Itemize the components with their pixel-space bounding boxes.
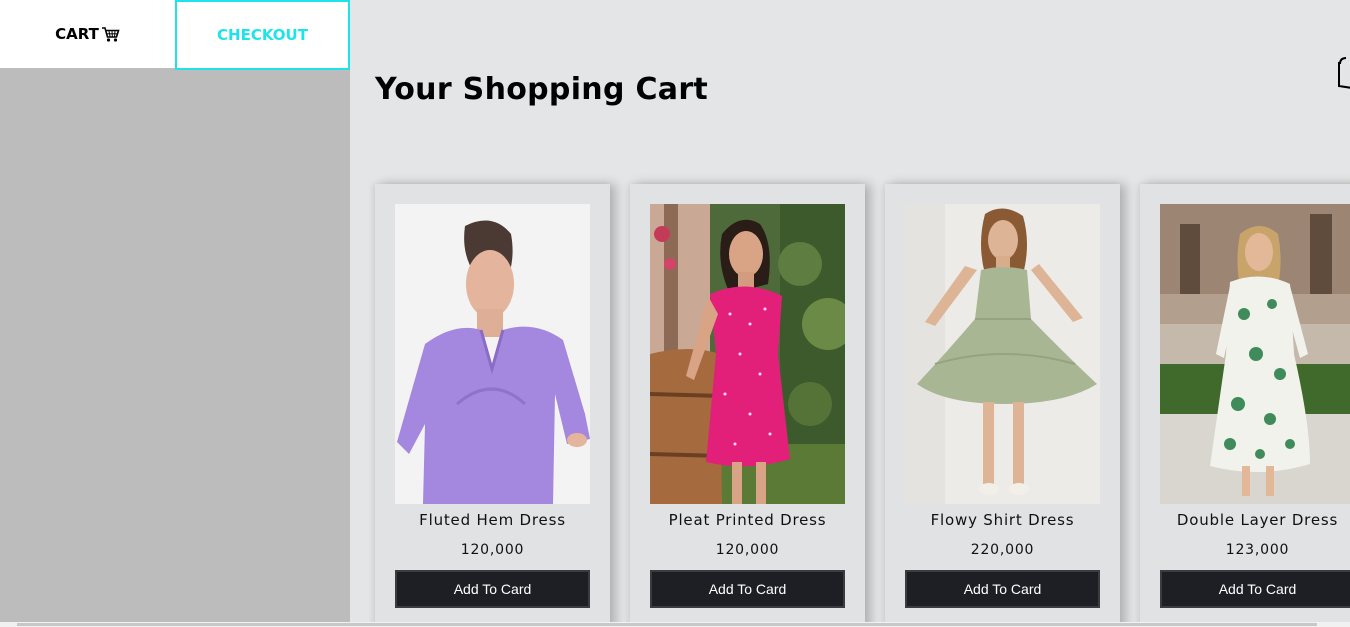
product-price: 220,000	[970, 542, 1035, 558]
product-card: Flowy Shirt Dress 220,000 Add To Card	[885, 184, 1120, 622]
shopping-bag-icon[interactable]	[1336, 50, 1350, 94]
add-to-card-button[interactable]: Add To Card	[905, 570, 1100, 608]
tab-cart-label: CART	[55, 25, 99, 43]
product-image	[905, 204, 1100, 504]
product-price: 120,000	[715, 542, 780, 558]
main-content: Your Shopping Cart Fluted Hem Dress 120,…	[350, 0, 1350, 622]
product-card: Pleat Printed Dress 120,000 Add To Card	[630, 184, 865, 622]
product-price: 123,000	[1225, 542, 1290, 558]
tab-checkout[interactable]: CHECKOUT	[175, 0, 350, 70]
product-image	[650, 204, 845, 504]
product-list: Fluted Hem Dress 120,000 Add To Card Ple…	[375, 184, 1350, 622]
product-name: Double Layer Dress	[1176, 511, 1339, 529]
product-image	[1160, 204, 1350, 504]
product-name: Pleat Printed Dress	[668, 511, 827, 529]
page-title: Your Shopping Cart	[375, 72, 709, 107]
add-to-card-button[interactable]: Add To Card	[1160, 570, 1350, 608]
tab-cart[interactable]: CART	[0, 0, 175, 68]
tab-checkout-label: CHECKOUT	[217, 26, 308, 44]
product-image	[395, 204, 590, 504]
sidebar: CART CHECKOUT	[0, 0, 350, 622]
product-card: Fluted Hem Dress 120,000 Add To Card	[375, 184, 610, 622]
product-card: Double Layer Dress 123,000 Add To Card	[1140, 184, 1350, 622]
horizontal-scrollbar[interactable]	[0, 622, 1350, 627]
shopping-cart-icon	[101, 26, 120, 43]
product-name: Flowy Shirt Dress	[930, 511, 1075, 529]
product-price: 120,000	[460, 542, 525, 558]
add-to-card-button[interactable]: Add To Card	[395, 570, 590, 608]
scrollbar-thumb[interactable]	[17, 623, 1317, 626]
product-name: Fluted Hem Dress	[419, 511, 566, 529]
add-to-card-button[interactable]: Add To Card	[650, 570, 845, 608]
